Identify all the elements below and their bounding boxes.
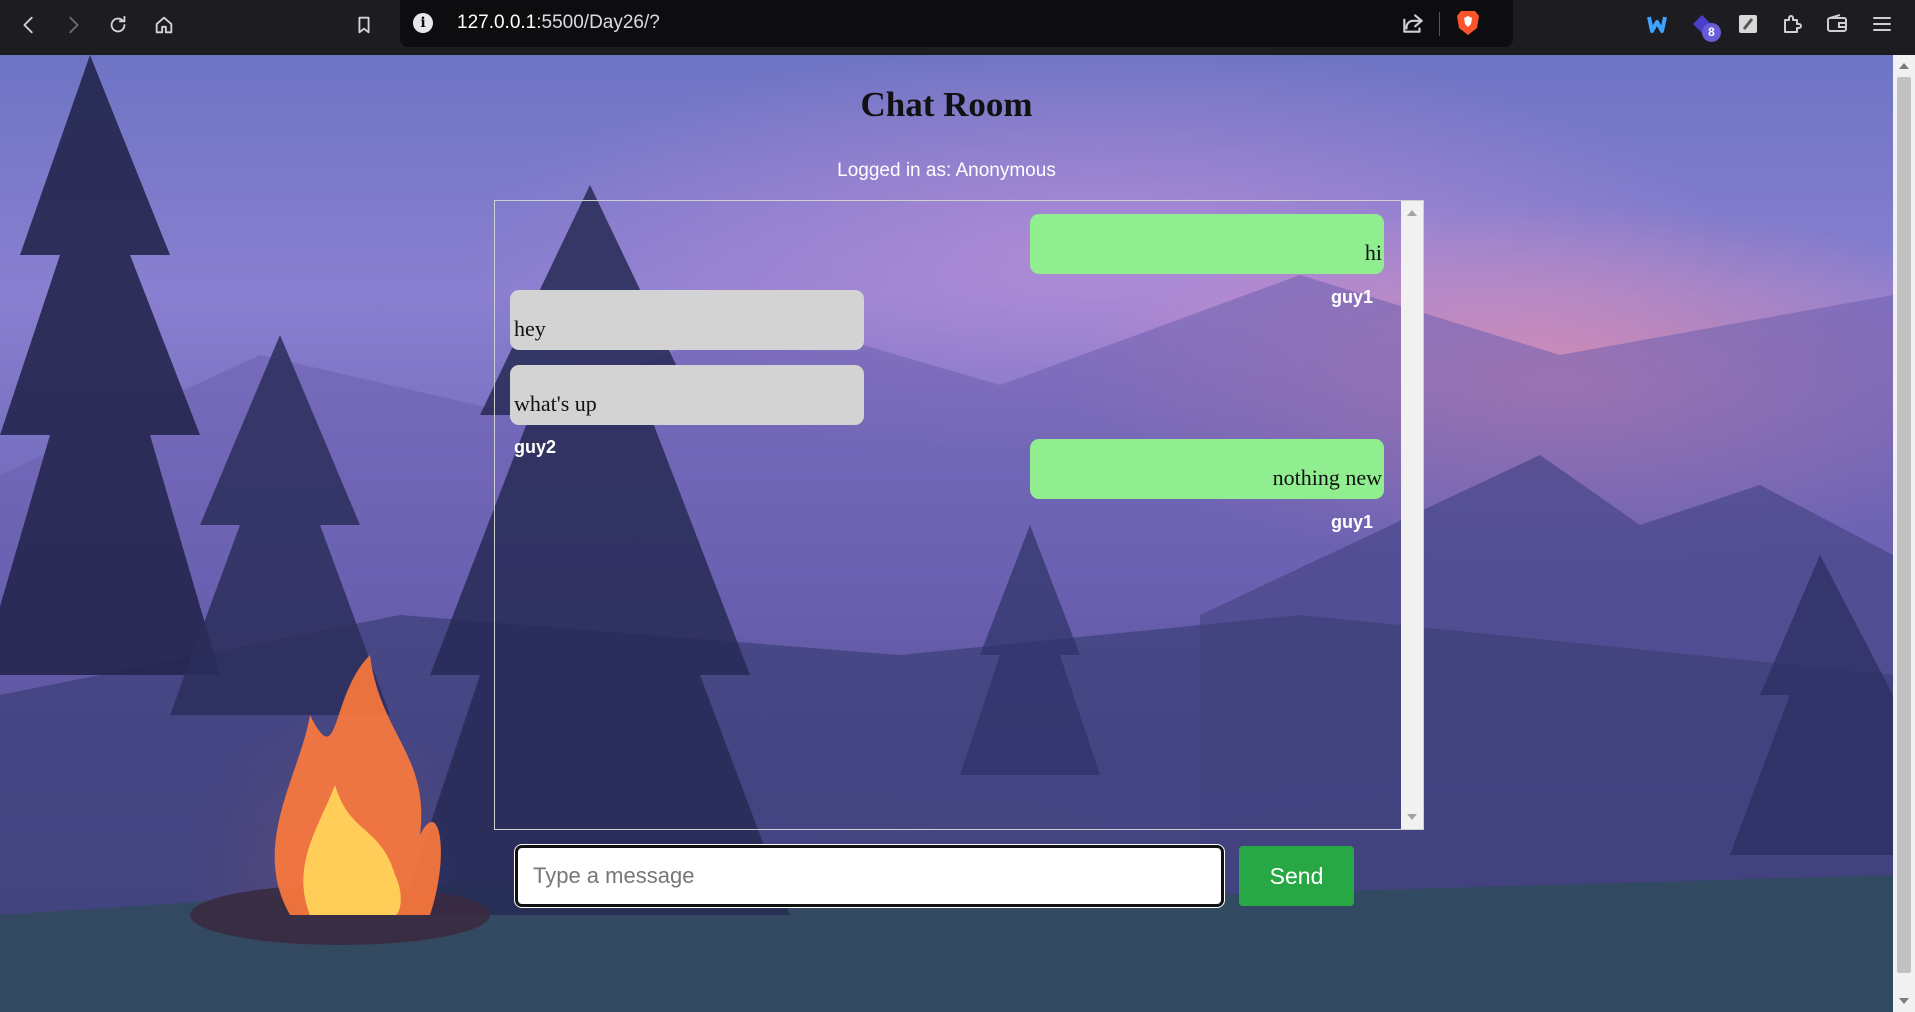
site-info-icon[interactable]: i [413,13,433,33]
home-icon[interactable] [149,10,179,40]
page-scroll-thumb[interactable] [1897,77,1911,973]
scroll-down-arrow-icon[interactable] [1407,814,1417,820]
brave-shields-icon[interactable] [1455,9,1481,37]
url-text[interactable]: 127.0.0.1:5500/Day26/? [457,12,660,34]
extension-notes-icon[interactable] [1734,10,1762,38]
share-icon[interactable] [1400,10,1426,41]
page-title: Chat Room [860,85,1033,124]
message-bubble-sent: hi [1030,214,1384,274]
page-scroll-up-icon[interactable] [1899,63,1909,69]
message-text: hi [1364,240,1382,265]
forward-icon[interactable] [58,10,88,40]
send-button[interactable]: Send [1239,846,1354,906]
url-divider [1439,12,1440,36]
bookmark-icon[interactable] [349,10,379,40]
scroll-up-arrow-icon[interactable] [1407,210,1417,216]
page-scrollbar[interactable] [1893,55,1915,1012]
back-icon[interactable] [14,10,44,40]
message-sender: guy2 [514,437,557,457]
extension-badge: 8 [1702,23,1721,42]
menu-icon[interactable] [1868,10,1896,38]
message-text: hey [514,316,546,341]
reload-icon[interactable] [103,10,133,40]
wallet-icon[interactable] [1823,10,1851,38]
message-bubble-sent: nothing new [1030,439,1384,499]
logged-in-status: Logged in as: Anonymous [837,160,1056,181]
extension-blue-icon[interactable] [1643,10,1671,38]
url-host: 127.0.0.1 [457,12,537,33]
message-sender: guy1 [1331,512,1374,532]
page-viewport: Chat Room Logged in as: Anonymous hi guy… [0,55,1893,1012]
message-input[interactable] [514,844,1225,908]
message-bubble-received: what's up [510,365,864,425]
message-text: what's up [514,391,597,416]
puzzle-extensions-icon[interactable] [1778,10,1806,38]
message-text: nothing new [1272,465,1382,490]
url-path: :5500/Day26/? [536,12,660,33]
page-scroll-down-icon[interactable] [1899,998,1909,1004]
message-sender: guy1 [1331,287,1374,307]
message-bubble-received: hey [510,290,864,350]
browser-toolbar: i 127.0.0.1:5500/Day26/? 8 [0,0,1915,55]
chat-scrollbar[interactable] [1401,201,1423,829]
address-bar[interactable]: i 127.0.0.1:5500/Day26/? [400,0,1513,47]
chat-messages-panel[interactable]: hi guy1 hey what's up guy2 nothing new g… [494,200,1424,830]
